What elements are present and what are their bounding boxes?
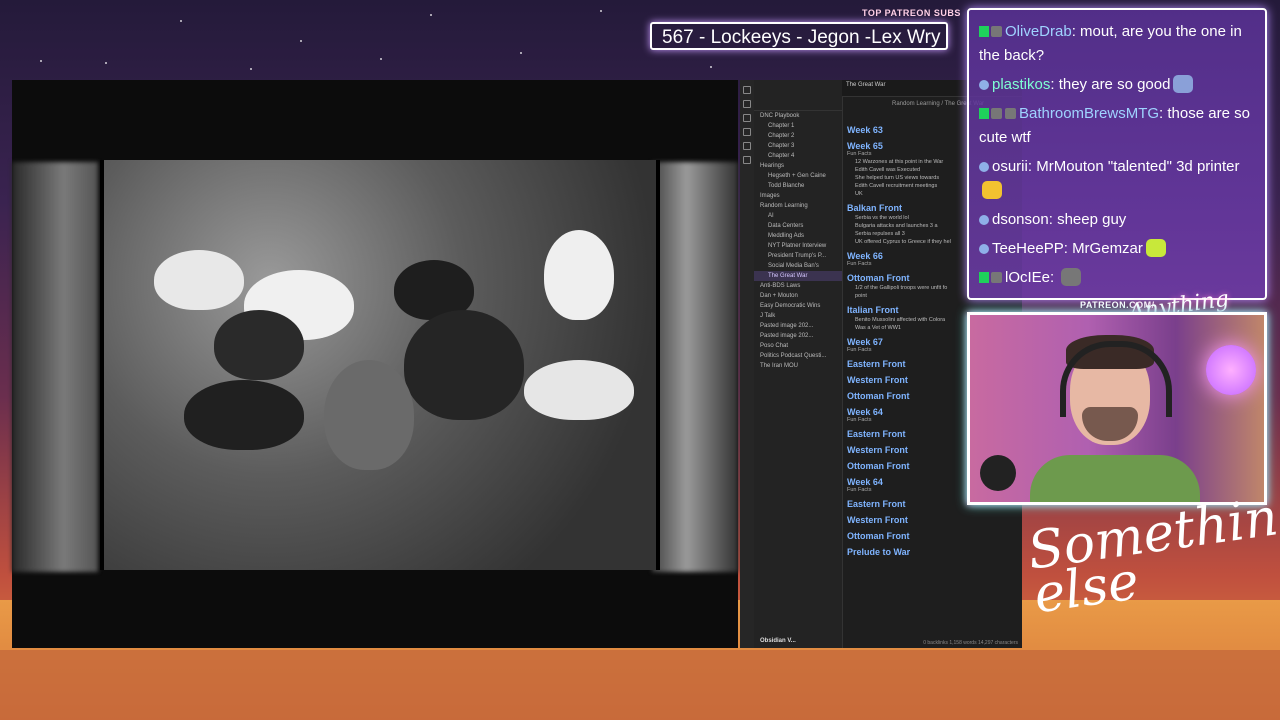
- file-tree-item[interactable]: Meddling Ads: [754, 231, 842, 241]
- kick-badge-icon: [979, 272, 989, 283]
- background-dunes-shadow: [0, 650, 1280, 720]
- sub-badge-icon: [1005, 108, 1016, 119]
- note-heading[interactable]: Ottoman Front: [847, 531, 1018, 541]
- search-icon[interactable]: [743, 100, 751, 108]
- webcam: [967, 312, 1267, 505]
- top-patreon-label: TOP PATREON SUBS: [862, 8, 961, 18]
- files-icon[interactable]: [743, 86, 751, 94]
- file-tree-item[interactable]: Dan + Mouton: [754, 291, 842, 301]
- file-tree-item[interactable]: Chapter 2: [754, 131, 842, 141]
- file-explorer: DNC Playbook Chapter 1 Chapter 2 Chapter 3C…: [754, 80, 843, 648]
- file-tree-item[interactable]: President Trump's P...: [754, 251, 842, 261]
- vault-name[interactable]: Obsidian V...: [760, 638, 796, 644]
- file-tree-item[interactable]: Images: [754, 191, 842, 201]
- file-tree-item[interactable]: NYT Platner Interview: [754, 241, 842, 251]
- file-tree-item[interactable]: Politics Podcast Questi...: [754, 351, 842, 361]
- file-tree-item[interactable]: Pasted image 202...: [754, 321, 842, 331]
- headphones-icon: [1060, 341, 1172, 417]
- graph-icon[interactable]: [743, 114, 751, 122]
- file-tree-item[interactable]: Chapter 3: [754, 141, 842, 151]
- file-tree-item[interactable]: Social Media Ban's: [754, 261, 842, 271]
- chat-username[interactable]: BathroomBrewsMTG: [1019, 105, 1159, 122]
- twitch-chat: OliveDrab: mout, are you the one in the …: [967, 8, 1267, 300]
- file-tree-item[interactable]: Todd Blanche: [754, 181, 842, 191]
- chat-username[interactable]: lOcIEe: [1005, 269, 1050, 286]
- note-heading[interactable]: Prelude to War: [847, 547, 1018, 557]
- chat-text: sheep guy: [1057, 211, 1127, 228]
- file-tree-item[interactable]: J Talk: [754, 311, 842, 321]
- chat-username[interactable]: TeeHeePP: [992, 240, 1064, 257]
- file-explorer-toolbar: [754, 80, 842, 111]
- file-tree-item[interactable]: Chapter 1: [754, 121, 842, 131]
- file-tree-item[interactable]: Pasted image 202...: [754, 331, 842, 341]
- note-heading[interactable]: Western Front: [847, 515, 1018, 525]
- chat-message: dsonson: sheep guy: [979, 208, 1255, 232]
- lamp: [1206, 345, 1256, 395]
- chat-username[interactable]: plastikos: [992, 76, 1050, 93]
- kick-badge-icon: [979, 26, 989, 37]
- sub-badge-icon: [991, 272, 1002, 283]
- status-bar: 0 backlinks 1,158 words 14,297 character…: [923, 640, 1018, 646]
- file-tree-item[interactable]: Poso Chat: [754, 341, 842, 351]
- chat-message: lOcIEe:: [979, 266, 1255, 290]
- streamer: [1030, 335, 1200, 502]
- chat-username[interactable]: OliveDrab: [1005, 23, 1072, 40]
- top-patreon-names: 567 - Lockeeys - Jegon -Lex Wry: [650, 22, 948, 50]
- file-tree-item[interactable]: DNC Playbook: [754, 111, 842, 121]
- video-blur-right: [652, 162, 738, 572]
- chat-badge-icon: [979, 244, 989, 254]
- kick-badge-icon: [979, 108, 989, 119]
- chat-message: plastikos: they are so good: [979, 73, 1255, 97]
- chat-message: TeeHeePP: MrGemzar: [979, 237, 1255, 261]
- emote-icon: [1173, 75, 1194, 93]
- chat-message: OliveDrab: mout, are you the one in the …: [979, 23, 1242, 64]
- chat-username[interactable]: dsonson: [992, 211, 1049, 228]
- obsidian-ribbon: [740, 80, 755, 648]
- sub-badge-icon: [991, 26, 1002, 37]
- file-tree-item[interactable]: Easy Democratic Wins: [754, 301, 842, 311]
- file-tree-item[interactable]: AI: [754, 211, 842, 221]
- emote-icon: [1145, 239, 1166, 257]
- something-else-logo: Something else: [1024, 482, 1280, 626]
- sub-badge-icon: [991, 108, 1002, 119]
- microphone: [980, 455, 1016, 491]
- template-icon[interactable]: [743, 142, 751, 150]
- chat-text: they are so good: [1058, 76, 1171, 93]
- emote-icon: [982, 181, 1002, 199]
- chat-username[interactable]: osurii: [992, 158, 1028, 175]
- emote-icon: [1061, 268, 1082, 286]
- chat-message: BathroomBrewsMTG: those are so cute wtf: [979, 105, 1250, 146]
- calendar-icon[interactable]: [743, 128, 751, 136]
- command-icon[interactable]: [743, 156, 751, 164]
- file-tree-item[interactable]: Random Learning: [754, 201, 842, 211]
- file-tree-item[interactable]: Chapter 4: [754, 151, 842, 161]
- file-tree-item[interactable]: Data Centers: [754, 221, 842, 231]
- file-tree-item[interactable]: The Great War: [754, 271, 842, 281]
- file-tree-item[interactable]: The Iran MOU: [754, 361, 842, 371]
- chicken-video-frame: [100, 160, 660, 570]
- file-tree: DNC Playbook Chapter 1 Chapter 2 Chapter 3C…: [754, 111, 842, 371]
- file-tree-item[interactable]: Hearings: [754, 161, 842, 171]
- file-tree-item[interactable]: Hegseth + Gen Caine: [754, 171, 842, 181]
- video-player[interactable]: [12, 80, 738, 648]
- chat-text: MrMouton "talented" 3d printer: [1036, 158, 1240, 175]
- file-tree-item[interactable]: Anti-BDS Laws: [754, 281, 842, 291]
- chat-badge-icon: [979, 80, 989, 90]
- chat-badge-icon: [979, 162, 989, 172]
- chat-badge-icon: [979, 215, 989, 225]
- chat-text: MrGemzar: [1072, 240, 1143, 257]
- video-blur-left: [12, 162, 98, 572]
- chat-message: osurii: MrMouton "talented" 3d printer: [979, 155, 1255, 203]
